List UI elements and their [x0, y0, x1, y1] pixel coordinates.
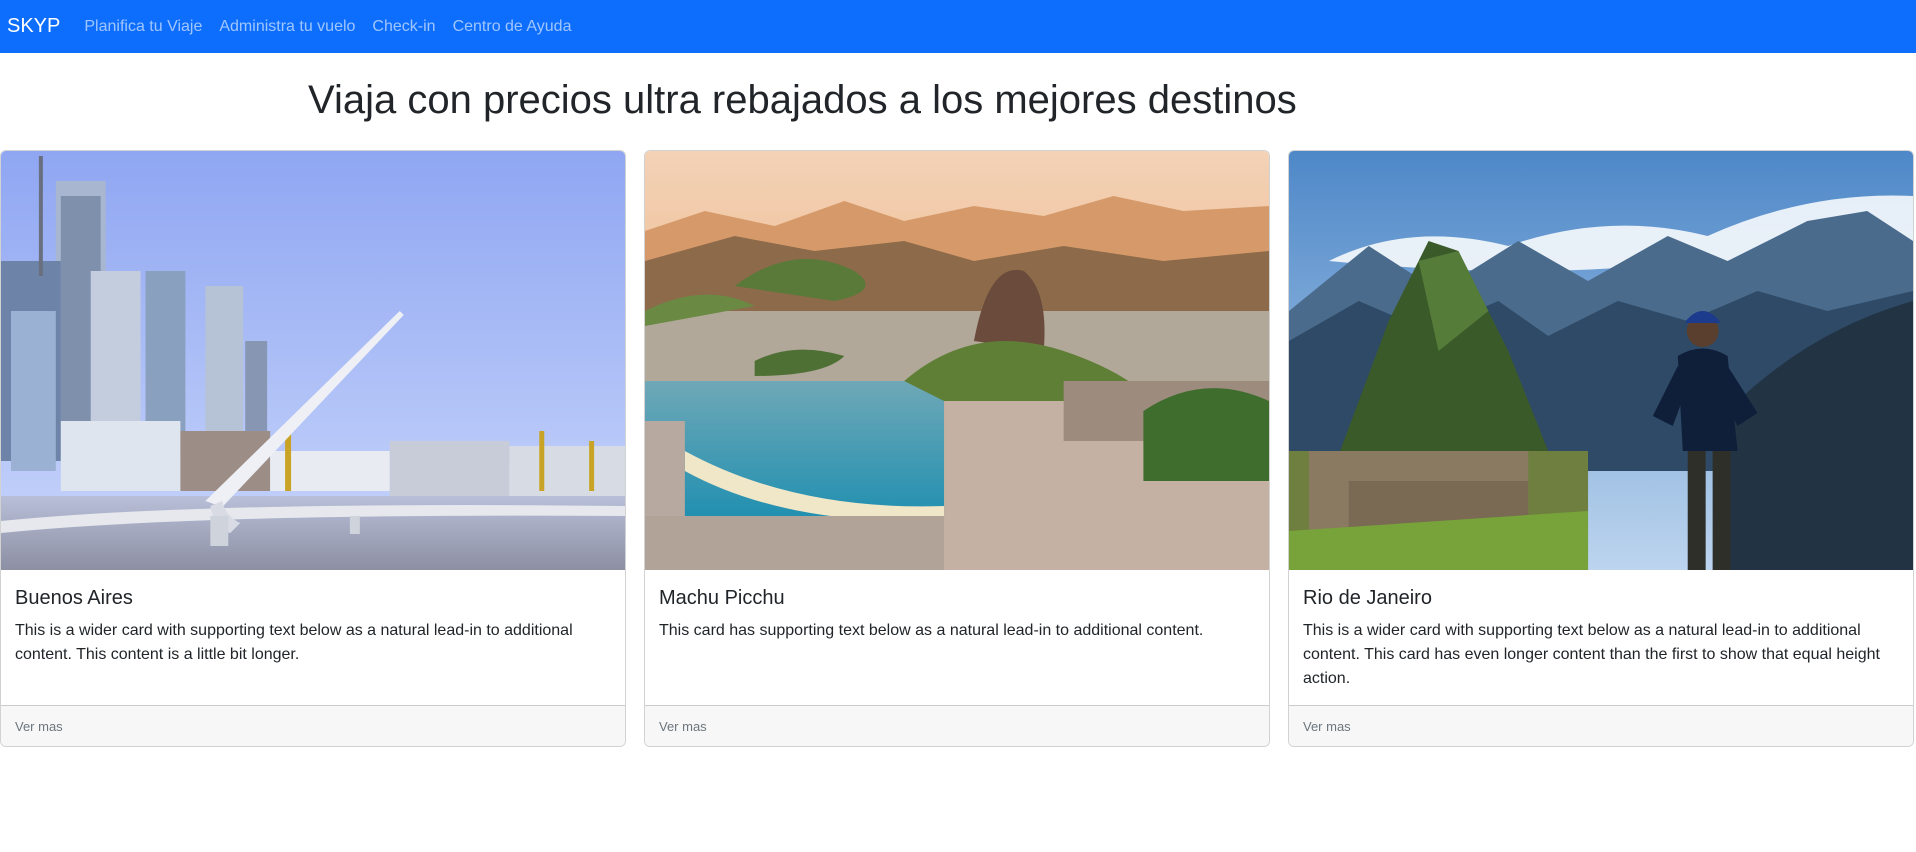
nav-link-checkin[interactable]: Check-in — [372, 18, 435, 36]
card-body: Machu Picchu This card has supporting te… — [645, 570, 1269, 705]
card-title: Machu Picchu — [659, 587, 785, 609]
card-image-buenos-aires — [1, 151, 625, 570]
card-text: This card has supporting text below as a… — [659, 622, 1204, 639]
card-rio-de-janeiro: Rio de Janeiro This is a wider card with… — [1288, 150, 1914, 747]
card-title: Rio de Janeiro — [1303, 587, 1432, 609]
card-text: This is a wider card with supporting tex… — [1303, 622, 1880, 687]
card-machu-picchu: Machu Picchu This card has supporting te… — [644, 150, 1270, 747]
card-buenos-aires: Buenos Aires This is a wider card with s… — [0, 150, 626, 747]
card-body: Buenos Aires This is a wider card with s… — [1, 570, 625, 705]
nav-link-ayuda[interactable]: Centro de Ayuda — [453, 18, 572, 36]
card-footer: Ver mas — [1289, 705, 1913, 746]
card-title: Buenos Aires — [15, 587, 133, 609]
brand-link[interactable]: SKYP — [7, 15, 60, 38]
card-image-machu-picchu — [645, 151, 1269, 570]
card-image-rio-de-janeiro — [1289, 151, 1913, 570]
top-navbar: SKYP Planifica tu Viaje Administra tu vu… — [0, 0, 1916, 53]
nav-link-administra[interactable]: Administra tu vuelo — [219, 18, 355, 36]
card-body: Rio de Janeiro This is a wider card with… — [1289, 570, 1913, 705]
ver-mas-link[interactable]: Ver mas — [15, 719, 63, 734]
ver-mas-link[interactable]: Ver mas — [659, 719, 707, 734]
card-footer: Ver mas — [645, 705, 1269, 746]
card-footer: Ver mas — [1, 705, 625, 746]
nav-link-planifica[interactable]: Planifica tu Viaje — [84, 18, 202, 36]
page-headline: Viaja con precios ultra rebajados a los … — [308, 78, 1297, 122]
destination-cards: Buenos Aires This is a wider card with s… — [0, 150, 1914, 747]
card-text: This is a wider card with supporting tex… — [15, 622, 573, 663]
ver-mas-link[interactable]: Ver mas — [1303, 719, 1351, 734]
